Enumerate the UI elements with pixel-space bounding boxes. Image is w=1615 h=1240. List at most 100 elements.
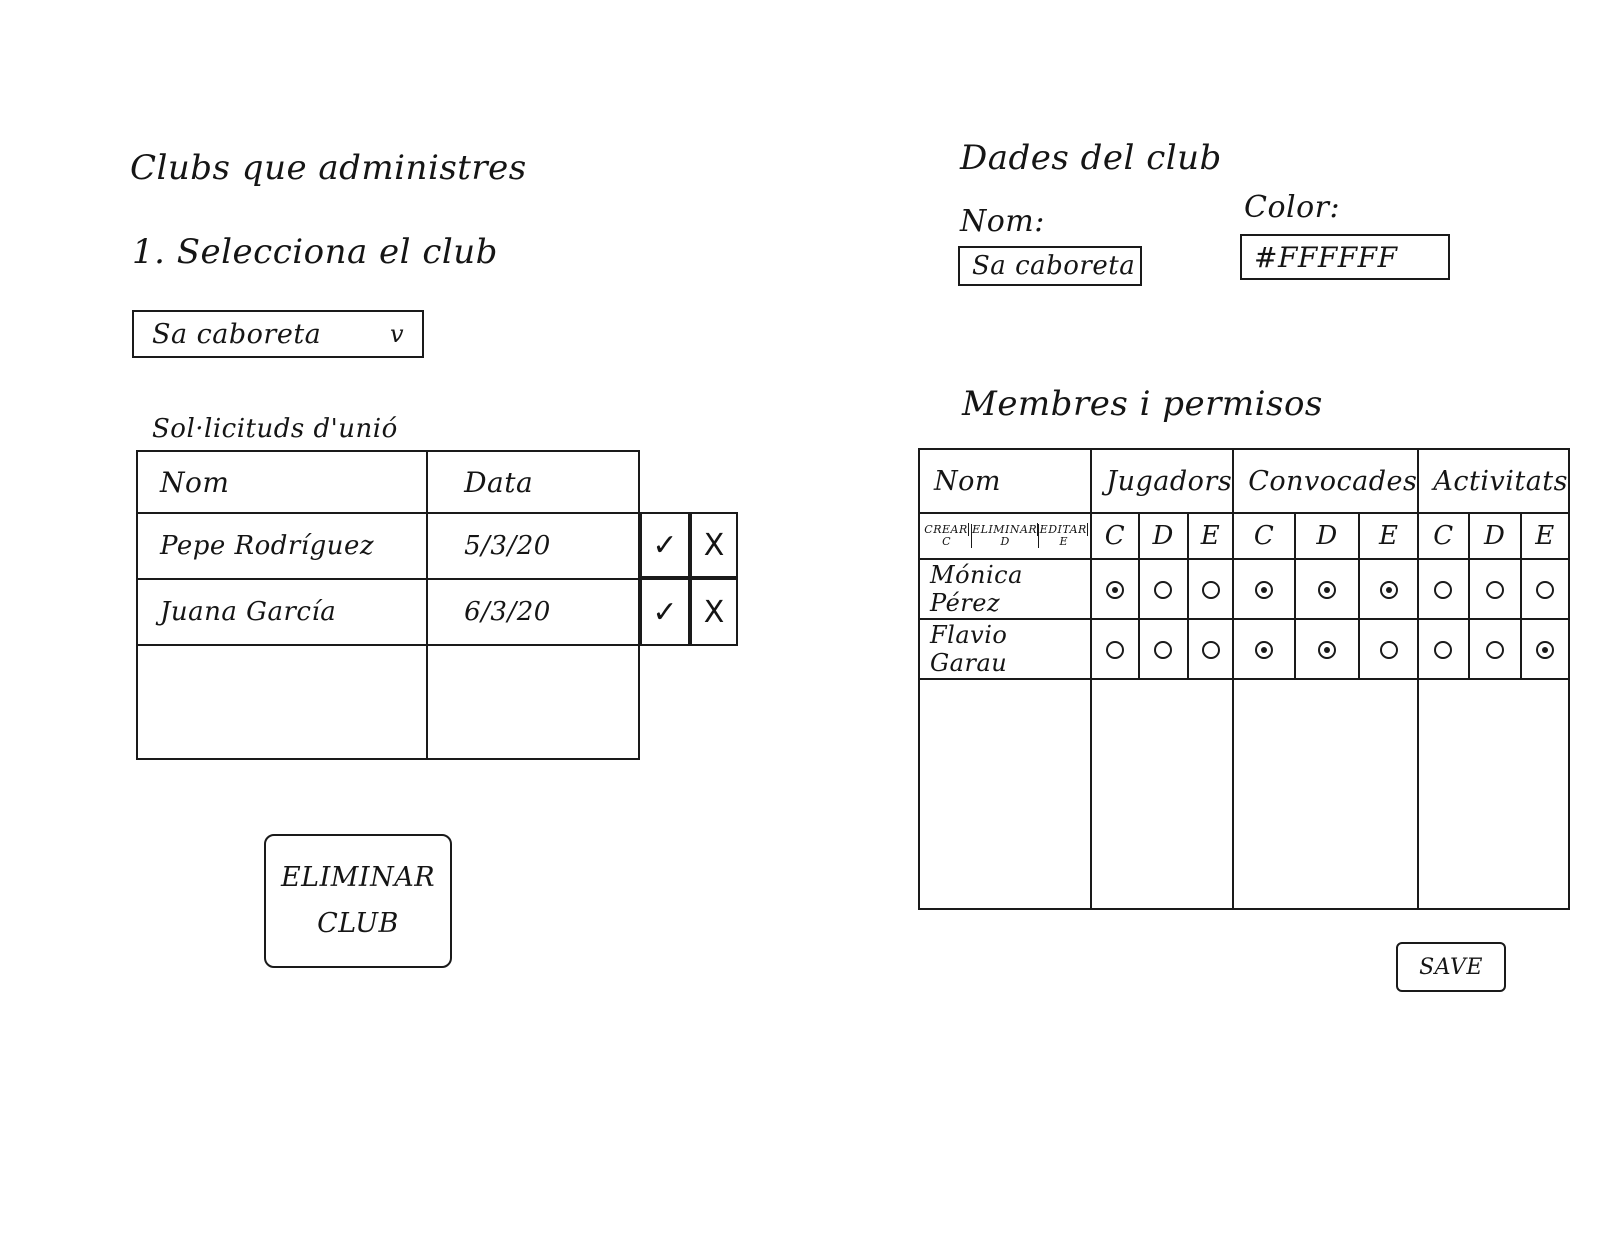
check-icon: ✓ bbox=[652, 527, 678, 563]
permission-cell bbox=[1467, 618, 1522, 680]
sub-header-edit: E bbox=[1186, 512, 1235, 560]
permission-radio[interactable] bbox=[1535, 640, 1554, 659]
column-header-date: Data bbox=[426, 450, 640, 514]
legend-create: CREAR C bbox=[922, 523, 973, 548]
request-date: 6/3/20 bbox=[426, 578, 640, 646]
permission-radio[interactable] bbox=[1434, 580, 1453, 599]
permission-radio[interactable] bbox=[1255, 580, 1274, 599]
reject-request-button[interactable]: X bbox=[690, 512, 738, 578]
permission-cell bbox=[1090, 558, 1140, 620]
sub-header-delete: D bbox=[1137, 512, 1189, 560]
sub-header-create: C bbox=[1417, 512, 1470, 560]
permission-radio[interactable] bbox=[1379, 640, 1398, 659]
permission-radio[interactable] bbox=[1105, 640, 1124, 659]
empty-cell bbox=[135, 644, 429, 760]
delete-club-label-line1: ELIMINAR bbox=[280, 862, 436, 893]
request-name: Pepe Rodríguez bbox=[135, 512, 429, 580]
club-color-label: Color: bbox=[1244, 190, 1341, 225]
member-name: Flavio Garau bbox=[917, 618, 1093, 680]
join-requests-table: Nom Data Pepe Rodríguez 5/3/20 Juana Gar… bbox=[135, 450, 640, 760]
permission-cell bbox=[1358, 618, 1420, 680]
permission-cell bbox=[1417, 558, 1470, 620]
members-heading: Membres i permisos bbox=[962, 384, 1323, 424]
club-name-label: Nom: bbox=[960, 204, 1045, 239]
permission-cell bbox=[1137, 618, 1189, 680]
join-requests-caption: Sol·licituds d'unió bbox=[152, 414, 398, 444]
permission-radio[interactable] bbox=[1434, 640, 1453, 659]
request-name: Juana García bbox=[135, 578, 429, 646]
permission-cell bbox=[1137, 558, 1189, 620]
select-club-step-label: 1. Selecciona el club bbox=[132, 232, 498, 272]
page-heading: Clubs que administres bbox=[130, 148, 527, 188]
empty-cell bbox=[917, 678, 1093, 910]
club-select-value: Sa caboreta bbox=[152, 318, 322, 350]
column-header-name: Nom bbox=[917, 448, 1093, 514]
sub-header-create: C bbox=[1090, 512, 1140, 560]
permission-radio[interactable] bbox=[1535, 580, 1554, 599]
sub-header-delete: D bbox=[1293, 512, 1361, 560]
members-permissions-table: Nom Jugadors Convocades Activitats CREAR… bbox=[917, 448, 1571, 910]
permission-cell bbox=[1186, 618, 1235, 680]
empty-table-row bbox=[135, 644, 640, 760]
delete-club-button[interactable]: ELIMINAR CLUB bbox=[264, 834, 452, 968]
club-data-heading: Dades del club bbox=[960, 138, 1222, 178]
permission-radio[interactable] bbox=[1318, 580, 1337, 599]
permission-cell bbox=[1293, 618, 1361, 680]
column-header-name: Nom bbox=[135, 450, 429, 514]
permission-cell bbox=[1232, 558, 1296, 620]
table-row: Flavio Garau bbox=[917, 618, 1571, 680]
sub-header-create: C bbox=[1232, 512, 1296, 560]
permission-radio[interactable] bbox=[1201, 580, 1220, 599]
close-icon: X bbox=[703, 594, 725, 630]
empty-cell bbox=[1090, 678, 1235, 910]
permission-radio[interactable] bbox=[1105, 580, 1124, 599]
empty-table-row bbox=[917, 678, 1570, 910]
permission-cell bbox=[1293, 558, 1361, 620]
table-row: Mónica Pérez bbox=[917, 558, 1571, 620]
club-select-dropdown[interactable]: Sa caboreta v bbox=[132, 310, 424, 358]
permission-radio[interactable] bbox=[1154, 640, 1173, 659]
sub-header-row: CREAR C ELIMINAR D EDITAR E C D E C D E C D… bbox=[917, 512, 1571, 560]
group-header-activities: Activitats bbox=[1417, 448, 1570, 514]
group-header-row: Nom Jugadors Convocades Activitats bbox=[917, 448, 1570, 514]
permission-cell bbox=[1090, 618, 1140, 680]
club-color-field[interactable]: #FFFFFF bbox=[1240, 234, 1450, 280]
permission-cell bbox=[1417, 618, 1470, 680]
permission-cell bbox=[1186, 558, 1235, 620]
permission-radio[interactable] bbox=[1154, 580, 1173, 599]
sub-header-edit: E bbox=[1519, 512, 1571, 560]
accept-request-button[interactable]: ✓ bbox=[640, 512, 690, 578]
group-header-players: Jugadors bbox=[1090, 448, 1235, 514]
permission-radio[interactable] bbox=[1485, 580, 1504, 599]
permission-radio[interactable] bbox=[1379, 580, 1398, 599]
permission-radio[interactable] bbox=[1255, 640, 1274, 659]
permission-cell bbox=[1232, 618, 1296, 680]
permission-radio[interactable] bbox=[1318, 640, 1337, 659]
sub-header-delete: D bbox=[1467, 512, 1522, 560]
permission-radio[interactable] bbox=[1485, 640, 1504, 659]
close-icon: X bbox=[703, 527, 725, 563]
legend-delete: ELIMINAR D bbox=[972, 523, 1040, 548]
table-row: Juana García 6/3/20 bbox=[135, 578, 640, 646]
legend-edit: EDITAR E bbox=[1039, 523, 1088, 548]
permission-cell bbox=[1519, 558, 1571, 620]
table-header-row: Nom Data bbox=[135, 450, 640, 514]
permission-cell bbox=[1358, 558, 1420, 620]
member-name: Mónica Pérez bbox=[917, 558, 1093, 620]
group-header-calls: Convocades bbox=[1232, 448, 1420, 514]
check-icon: ✓ bbox=[652, 594, 678, 630]
empty-cell bbox=[1232, 678, 1420, 910]
permission-radio[interactable] bbox=[1201, 640, 1220, 659]
club-name-field[interactable]: Sa caboreta bbox=[958, 246, 1142, 286]
reject-request-button[interactable]: X bbox=[690, 578, 738, 646]
accept-request-button[interactable]: ✓ bbox=[640, 578, 690, 646]
empty-cell bbox=[1417, 678, 1570, 910]
permission-legend: CREAR C ELIMINAR D EDITAR E bbox=[917, 512, 1093, 560]
chevron-down-icon: v bbox=[389, 320, 404, 348]
save-button[interactable]: SAVE bbox=[1396, 942, 1506, 992]
request-date: 5/3/20 bbox=[426, 512, 640, 580]
empty-cell bbox=[426, 644, 640, 760]
table-row: Pepe Rodríguez 5/3/20 bbox=[135, 512, 640, 580]
sub-header-edit: E bbox=[1358, 512, 1420, 560]
permission-cell bbox=[1467, 558, 1522, 620]
